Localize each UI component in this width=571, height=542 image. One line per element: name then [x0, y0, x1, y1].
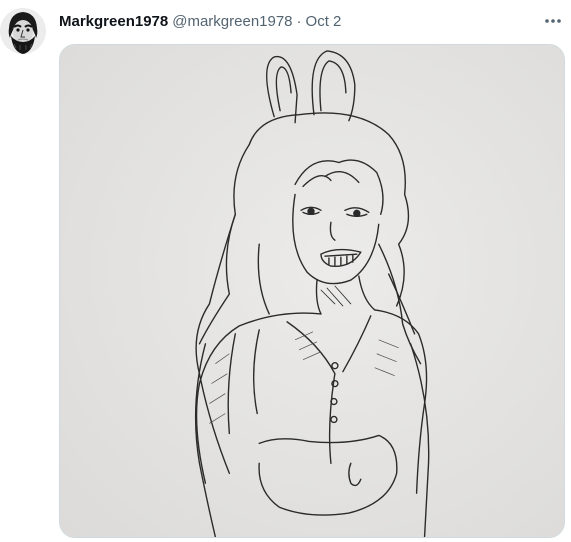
tweet: Markgreen1978 @markgreen1978 · Oct 2 — [0, 0, 571, 542]
avatar[interactable] — [0, 8, 46, 54]
more-options-button[interactable] — [539, 9, 567, 33]
display-name[interactable]: Markgreen1978 — [59, 13, 168, 30]
tweet-media-image[interactable] — [59, 44, 565, 538]
avatar-image — [0, 8, 46, 54]
more-horizontal-icon — [545, 19, 561, 23]
tweet-date[interactable]: Oct 2 — [306, 13, 342, 30]
user-handle[interactable]: @markgreen1978 — [172, 13, 292, 30]
separator-dot: · — [296, 12, 302, 30]
sketch-drawing — [60, 45, 564, 537]
tweet-header: Markgreen1978 @markgreen1978 · Oct 2 — [59, 10, 341, 32]
